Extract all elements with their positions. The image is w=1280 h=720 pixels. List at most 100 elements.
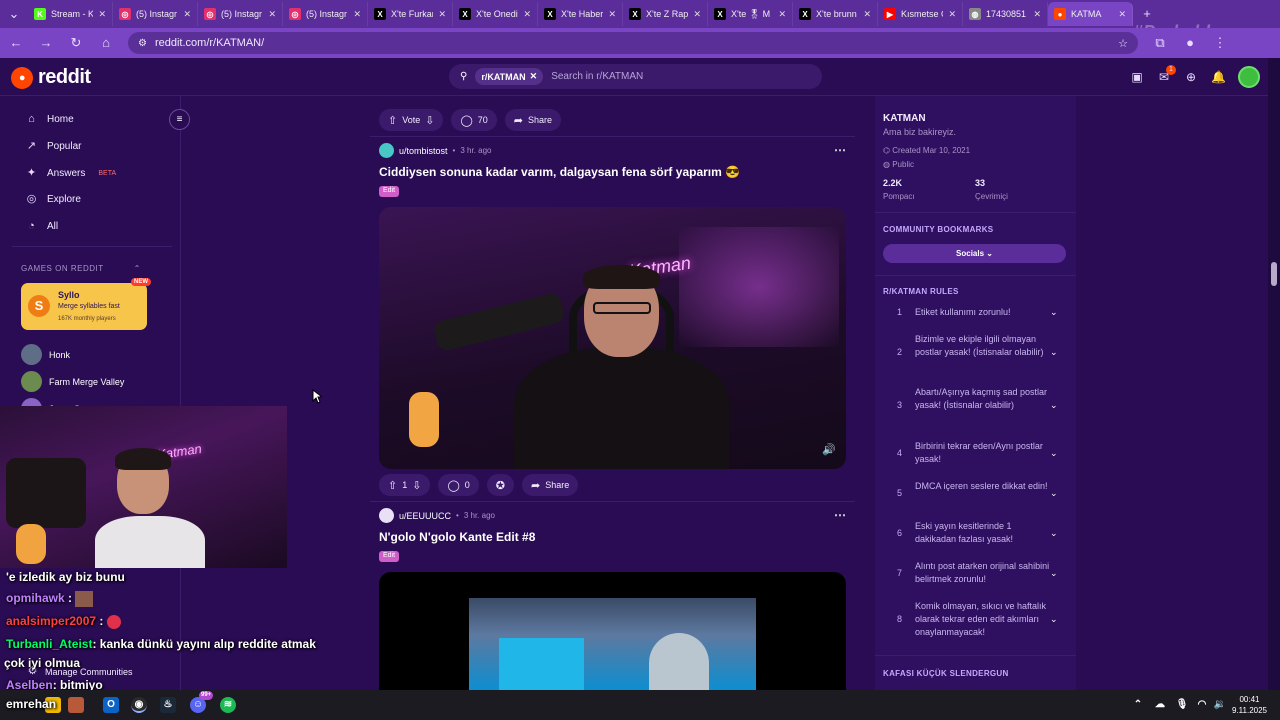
browser-tab[interactable]: X X'te Z Rap ✕ [623, 2, 708, 26]
rule-item[interactable]: 5 DMCA içeren seslere dikkat edin! ⌄ [883, 480, 1063, 507]
rule-item[interactable]: 1 Etiket kullanımı zorunlu! ⌄ [883, 306, 1063, 320]
page-scrollbar[interactable] [1268, 58, 1280, 690]
new-tab-button[interactable]: + [1139, 6, 1155, 22]
user-avatar-icon[interactable] [379, 143, 394, 158]
close-tab-icon[interactable]: ✕ [693, 9, 701, 20]
nav-popular[interactable]: ↗ Popular [25, 140, 82, 153]
share-button[interactable]: ➦ Share [504, 109, 562, 131]
post-author[interactable]: u/tombistost [399, 146, 448, 156]
close-tab-icon[interactable]: ✕ [98, 9, 106, 20]
upvote-icon[interactable]: ⇧ [388, 114, 397, 127]
browser-tab[interactable]: ◍ 17430851 ✕ [963, 2, 1048, 26]
volume-tray-icon[interactable]: 🔉 [1212, 697, 1228, 713]
spotify-icon[interactable]: ≋ [220, 697, 236, 713]
profile-icon[interactable]: ● [1182, 35, 1198, 51]
close-tab-icon[interactable]: ✕ [268, 9, 276, 20]
close-tab-icon[interactable]: ✕ [948, 9, 956, 20]
back-icon[interactable]: ← [8, 35, 24, 51]
site-info-icon[interactable]: ⚙ [138, 38, 147, 49]
close-tab-icon[interactable]: ✕ [863, 9, 871, 20]
rule-item[interactable]: 8 Komik olmayan, sıkıcı ve haftalık olara… [883, 600, 1063, 640]
browser-tab[interactable]: X X'te 🎖 M ✕ [708, 2, 793, 26]
chevron-down-icon[interactable]: ⌄ [1050, 488, 1058, 499]
post-flair[interactable]: Edit [379, 551, 400, 562]
browser-tab[interactable]: X X'te Onedi ✕ [453, 2, 538, 26]
close-tab-icon[interactable]: ✕ [438, 9, 446, 20]
nav-home[interactable]: ⌂ Home [25, 113, 74, 126]
chevron-down-icon[interactable]: ⌄ [1050, 528, 1058, 539]
comments-button[interactable]: ◯ 0 [438, 474, 479, 496]
close-tab-icon[interactable]: ✕ [353, 9, 361, 20]
rule-item[interactable]: 3 Abartı/Aşırıya kaçmış sad postlar yasak… [883, 386, 1063, 426]
scrollbar-thumb[interactable] [1271, 262, 1277, 286]
address-bar[interactable]: ⚙ reddit.com/r/KATMAN/ ☆ [128, 32, 1138, 54]
close-tab-icon[interactable]: ✕ [608, 9, 616, 20]
featured-game-card[interactable]: S Syllo Merge syllables fast 167K monthl… [21, 278, 151, 330]
extensions-icon[interactable]: ⧉ [1152, 35, 1168, 51]
nav-answers[interactable]: ✦ Answers BETA [25, 167, 116, 180]
notifications-icon[interactable]: 🔔 [1211, 70, 1226, 84]
chevron-down-icon[interactable]: ⌄ [1050, 448, 1058, 459]
system-clock[interactable]: 00:41 9.11.2025 [1232, 694, 1267, 716]
post-video[interactable] [379, 572, 846, 690]
discord-icon[interactable]: ☺ 99+ [190, 691, 214, 713]
subreddit-chip[interactable]: r/KATMAN ✕ [475, 68, 544, 85]
browser-tab[interactable]: ▶ Kısmetse O ✕ [878, 2, 963, 26]
post-flair[interactable]: Edit [379, 186, 400, 197]
reddit-logo[interactable]: ● reddit [11, 66, 91, 89]
upvote-icon[interactable]: ⇧ [388, 479, 397, 492]
close-tab-icon[interactable]: ✕ [778, 9, 786, 20]
rule-item[interactable]: 7 Alıntı post atarken orijinal sahibini b… [883, 560, 1063, 587]
forward-icon[interactable]: → [38, 35, 54, 51]
nav-explore[interactable]: ◎ Explore [25, 193, 81, 206]
games-section-header[interactable]: GAMES ON REDDIT ⌃ [21, 264, 141, 273]
browser-tab[interactable]: X X'te Furkan ✕ [368, 2, 453, 26]
vote-button[interactable]: ⇧ 1 ⇩ [379, 474, 431, 496]
comments-button[interactable]: ◯ 70 [451, 109, 497, 131]
outlook-icon[interactable]: O [103, 697, 119, 713]
volume-icon[interactable]: 🔊 [821, 443, 837, 459]
menu-icon[interactable]: ⋮ [1212, 35, 1228, 51]
wifi-icon[interactable]: ◠ [1194, 697, 1210, 713]
search-bar[interactable]: ⚲ r/KATMAN ✕ Search in r/KATMAN [449, 64, 822, 89]
browser-tab[interactable]: X X'te Haber ✕ [538, 2, 623, 26]
browser-tab[interactable]: X X'te brunn ✕ [793, 2, 878, 26]
vote-button[interactable]: ⇧ Vote ⇩ [379, 109, 444, 131]
user-avatar[interactable] [1238, 66, 1260, 88]
downvote-icon[interactable]: ⇩ [412, 479, 421, 492]
game-item-farm[interactable]: Farm Merge Valley [21, 371, 124, 392]
post-title[interactable]: N'golo N'golo Kante Edit #8 [379, 530, 535, 544]
game-item-honk[interactable]: Honk [21, 344, 70, 365]
post-more-icon[interactable]: ⋯ [834, 143, 846, 157]
clear-chip-icon[interactable]: ✕ [530, 71, 538, 82]
close-tab-icon[interactable]: ✕ [183, 9, 191, 20]
socials-button[interactable]: Socials ⌄ [883, 244, 1066, 263]
create-post-icon[interactable]: ⊕ [1184, 70, 1198, 84]
chevron-down-icon[interactable]: ⌄ [1050, 568, 1058, 579]
nav-all[interactable]: ◔ All [25, 220, 58, 233]
steam-icon[interactable]: ♨ [160, 697, 176, 713]
collapse-sidebar-button[interactable]: ≡ [169, 109, 190, 130]
mic-icon[interactable]: 🎙 [1174, 697, 1190, 713]
browser-tab[interactable]: ◎ (5) Instagr ✕ [198, 2, 283, 26]
post-title[interactable]: Ciddiysen sonuna kadar varım, dalgaysan … [379, 165, 740, 179]
tab-search-icon[interactable]: ⌄ [6, 6, 22, 22]
advertise-icon[interactable]: ▣ [1130, 70, 1144, 84]
network-icon[interactable]: ☁ [1152, 697, 1168, 713]
rule-item[interactable]: 2 Bizimle ve ekiple ilgili olmayan postla… [883, 333, 1063, 373]
share-button[interactable]: ➦ Share [522, 474, 579, 496]
browser-tab[interactable]: ◎ (5) Instagr ✕ [113, 2, 198, 26]
home-browser-icon[interactable]: ⌂ [98, 35, 114, 51]
downvote-icon[interactable]: ⇩ [425, 114, 434, 127]
post-author[interactable]: u/EEUUUCC [399, 511, 451, 521]
award-button[interactable]: ✪ [486, 474, 514, 496]
browser-tab[interactable]: ◎ (5) Instagr ✕ [283, 2, 368, 26]
chrome-icon[interactable]: ◉ [131, 697, 147, 713]
chevron-down-icon[interactable]: ⌄ [1050, 307, 1058, 318]
bookmark-star-icon[interactable]: ☆ [1118, 37, 1128, 50]
tray-chevron-icon[interactable]: ⌃ [1130, 697, 1146, 713]
chevron-down-icon[interactable]: ⌄ [1050, 347, 1058, 358]
chevron-down-icon[interactable]: ⌄ [1050, 400, 1058, 411]
app-thumbnail-icon[interactable] [68, 697, 84, 713]
close-tab-icon[interactable]: ✕ [523, 9, 531, 20]
